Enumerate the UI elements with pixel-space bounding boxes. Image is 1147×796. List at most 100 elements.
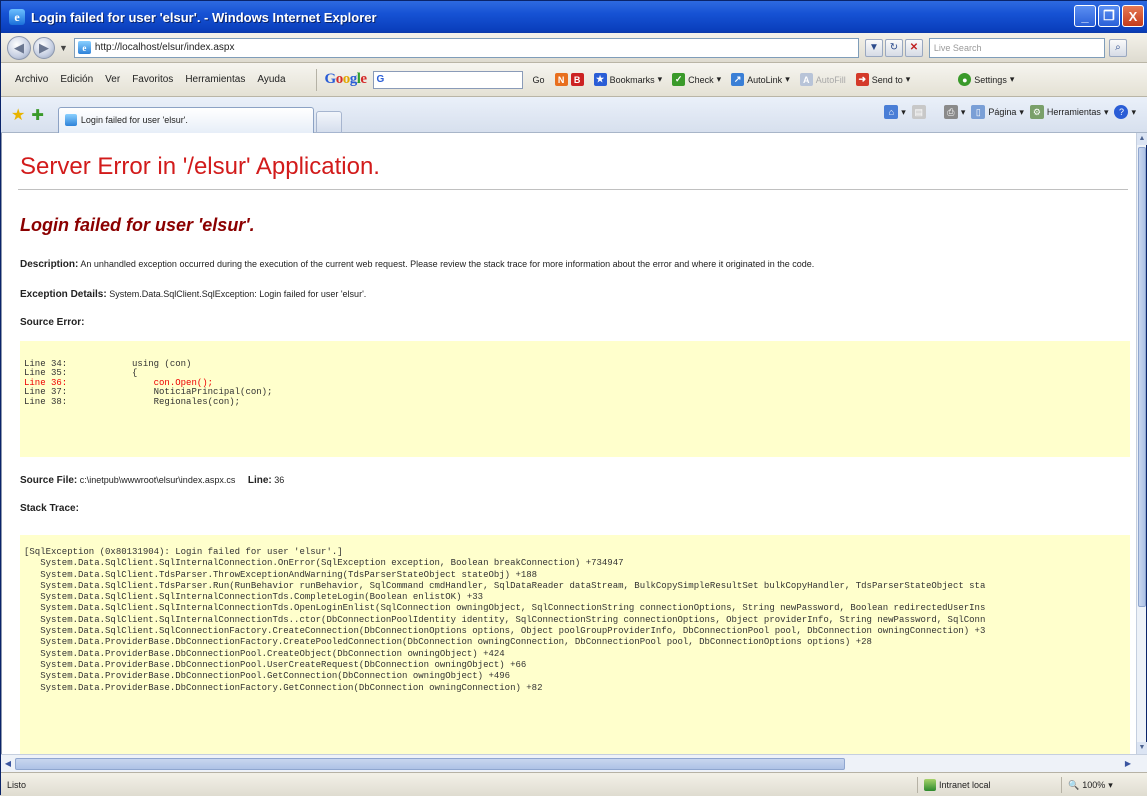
address-dropdown-button[interactable]: ▼ bbox=[864, 38, 883, 57]
favorites-star-icon[interactable]: ★ bbox=[11, 105, 25, 125]
source-code-box: Line 34: using (con) Line 35: {Line 36: c… bbox=[20, 341, 1130, 457]
google-logo: Google bbox=[324, 71, 368, 87]
horizontal-scroll-thumb[interactable] bbox=[15, 758, 845, 770]
title-bar[interactable]: e Login failed for user 'elsur'. - Windo… bbox=[1, 1, 1147, 33]
scroll-right-icon[interactable]: ▶ bbox=[1122, 758, 1134, 770]
blocker-icon[interactable]: B bbox=[570, 73, 584, 86]
stack-line: System.Data.ProviderBase.DbConnectionFac… bbox=[24, 682, 543, 693]
code-line: Line 38: Regionales(con); bbox=[24, 396, 241, 407]
refresh-button[interactable]: ↻ bbox=[884, 38, 903, 57]
address-toolbar: ◀ ▶ ▼ e http://localhost/elsur/index.asp… bbox=[1, 33, 1147, 63]
page-icon: ▯ bbox=[971, 105, 986, 119]
address-field[interactable]: e http://localhost/elsur/index.aspx bbox=[73, 37, 859, 58]
menu-archivo[interactable]: Archivo bbox=[15, 74, 48, 85]
new-tab-button[interactable] bbox=[315, 110, 342, 133]
menu-edicion[interactable]: Edición bbox=[60, 74, 93, 85]
description-label: Description: bbox=[20, 259, 79, 270]
stack-trace-heading: Stack Trace: bbox=[20, 503, 79, 514]
line-label: Line: bbox=[247, 475, 272, 486]
line-number: 36 bbox=[274, 475, 285, 485]
scroll-up-icon[interactable]: ▲ bbox=[1137, 133, 1147, 145]
stack-line: System.Data.SqlClient.SqlInternalConnect… bbox=[24, 614, 986, 625]
source-file-path: c:\inetpub\wwwroot\elsur\index.aspx.cs bbox=[79, 475, 236, 485]
window-title: Login failed for user 'elsur'. - Windows… bbox=[31, 9, 377, 25]
spellcheck-icon: ✓ bbox=[672, 73, 686, 86]
minimize-button[interactable]: _ bbox=[1074, 5, 1096, 27]
autofill-icon: A bbox=[799, 73, 813, 86]
divider bbox=[18, 189, 1128, 190]
maximize-button[interactable]: ❐ bbox=[1098, 5, 1120, 27]
stop-button[interactable]: ✕ bbox=[904, 38, 923, 57]
menu-bar: Archivo Edición Ver Favoritos Herramient… bbox=[1, 63, 1147, 97]
search-placeholder: Live Search bbox=[933, 42, 982, 53]
news-icon[interactable]: N bbox=[554, 73, 568, 86]
description-text: An unhandled exception occurred during t… bbox=[80, 259, 815, 269]
google-search-input[interactable]: G bbox=[372, 70, 523, 89]
forward-button[interactable]: ▶ bbox=[33, 36, 55, 59]
stack-line: System.Data.SqlClient.TdsParser.ThrowExc… bbox=[24, 569, 538, 580]
add-favorite-icon[interactable]: ✚ bbox=[31, 106, 44, 124]
zone-label: Intranet local bbox=[939, 780, 991, 790]
page-content: Server Error in '/elsur' Application. Lo… bbox=[1, 133, 1138, 754]
history-dropdown-icon[interactable]: ▼ bbox=[59, 43, 68, 53]
menu-ver[interactable]: Ver bbox=[105, 74, 120, 85]
stack-line: System.Data.SqlClient.SqlInternalConnect… bbox=[24, 592, 484, 603]
stack-line: System.Data.SqlClient.SqlConnectionFacto… bbox=[24, 626, 986, 637]
source-file-label: Source File: bbox=[20, 475, 78, 486]
zoom-control[interactable]: 🔍 100% ▾ bbox=[1061, 777, 1113, 793]
print-icon: ⎙ bbox=[943, 105, 958, 119]
scroll-down-icon[interactable]: ▼ bbox=[1137, 742, 1147, 754]
scroll-left-icon[interactable]: ◀ bbox=[2, 758, 14, 770]
stack-line: System.Data.SqlClient.SqlInternalConnect… bbox=[24, 603, 986, 614]
page-menu[interactable]: ▯ Página ▾ bbox=[971, 105, 1024, 119]
print-button[interactable]: ⎙ ▾ bbox=[943, 105, 965, 119]
stack-line: System.Data.ProviderBase.DbConnectionPoo… bbox=[24, 648, 505, 659]
status-text: Listo bbox=[7, 779, 27, 790]
tools-menu[interactable]: ⚙ Herramientas ▾ bbox=[1029, 105, 1108, 119]
address-buttons: ▼ ↻ ✕ bbox=[864, 38, 923, 57]
home-button[interactable]: ⌂ ▾ bbox=[884, 105, 906, 119]
toolbar-icons[interactable]: N B bbox=[554, 73, 584, 86]
tab-bar: ★ ✚ Login failed for user 'elsur'. ⌂ ▾ ▤ … bbox=[1, 97, 1147, 133]
settings-button[interactable]: ● Settings ▾ bbox=[958, 73, 1014, 86]
security-zone[interactable]: Intranet local bbox=[917, 777, 991, 793]
google-search-value: G bbox=[376, 74, 385, 85]
back-button[interactable]: ◀ bbox=[7, 35, 31, 60]
vertical-scroll-thumb[interactable] bbox=[1138, 147, 1146, 607]
zoom-level: 100% bbox=[1082, 780, 1106, 790]
search-icon[interactable]: ⌕ bbox=[1108, 38, 1127, 57]
error-message: Login failed for user 'elsur'. bbox=[20, 215, 255, 235]
tab-login-failed[interactable]: Login failed for user 'elsur'. bbox=[57, 106, 314, 133]
page-icon: e bbox=[77, 41, 91, 54]
help-button[interactable]: ? ▾ bbox=[1114, 105, 1136, 119]
star-icon: ★ bbox=[593, 73, 607, 86]
toolbar-separator bbox=[315, 68, 317, 91]
autolink-button[interactable]: ↗ AutoLink ▾ bbox=[731, 73, 790, 86]
sendto-button[interactable]: ➜ Send to ▾ bbox=[855, 73, 910, 86]
menu-herramientas[interactable]: Herramientas bbox=[185, 74, 245, 85]
check-button[interactable]: ✓ Check ▾ bbox=[672, 73, 721, 86]
close-button[interactable]: X bbox=[1122, 5, 1144, 27]
help-icon: ? bbox=[1114, 105, 1129, 119]
exception-text: System.Data.SqlClient.SqlException: Logi… bbox=[109, 289, 367, 299]
feeds-button[interactable]: ▤ bbox=[911, 105, 926, 119]
stack-line: [SqlException (0x80131904): Login failed… bbox=[24, 547, 343, 557]
bookmarks-button[interactable]: ★ Bookmarks ▾ bbox=[593, 73, 662, 86]
stack-line: System.Data.ProviderBase.DbConnectionFac… bbox=[24, 637, 872, 648]
google-go-button[interactable]: Go bbox=[533, 75, 545, 85]
code-line: Line 34: using (con) bbox=[24, 359, 192, 369]
menu-favoritos[interactable]: Favoritos bbox=[132, 74, 173, 85]
menu-ayuda[interactable]: Ayuda bbox=[257, 74, 285, 85]
horizontal-scrollbar[interactable]: ◀ ▶ bbox=[1, 754, 1147, 772]
stack-trace-box: [SqlException (0x80131904): Login failed… bbox=[20, 535, 1130, 754]
stack-line: System.Data.SqlClient.TdsParser.Run(RunB… bbox=[24, 580, 986, 591]
autofill-button[interactable]: A AutoFill bbox=[799, 73, 846, 86]
settings-icon: ● bbox=[958, 73, 972, 86]
autolink-icon: ↗ bbox=[731, 73, 745, 86]
page-title: Server Error in '/elsur' Application. bbox=[20, 153, 380, 180]
chevron-down-icon: ▾ bbox=[1108, 779, 1113, 790]
zoom-icon: 🔍 bbox=[1068, 779, 1080, 790]
search-field[interactable]: Live Search bbox=[928, 37, 1105, 58]
stack-line: System.Data.ProviderBase.DbConnectionPoo… bbox=[24, 671, 511, 682]
vertical-scrollbar[interactable]: ▲ ▼ bbox=[1136, 133, 1147, 754]
